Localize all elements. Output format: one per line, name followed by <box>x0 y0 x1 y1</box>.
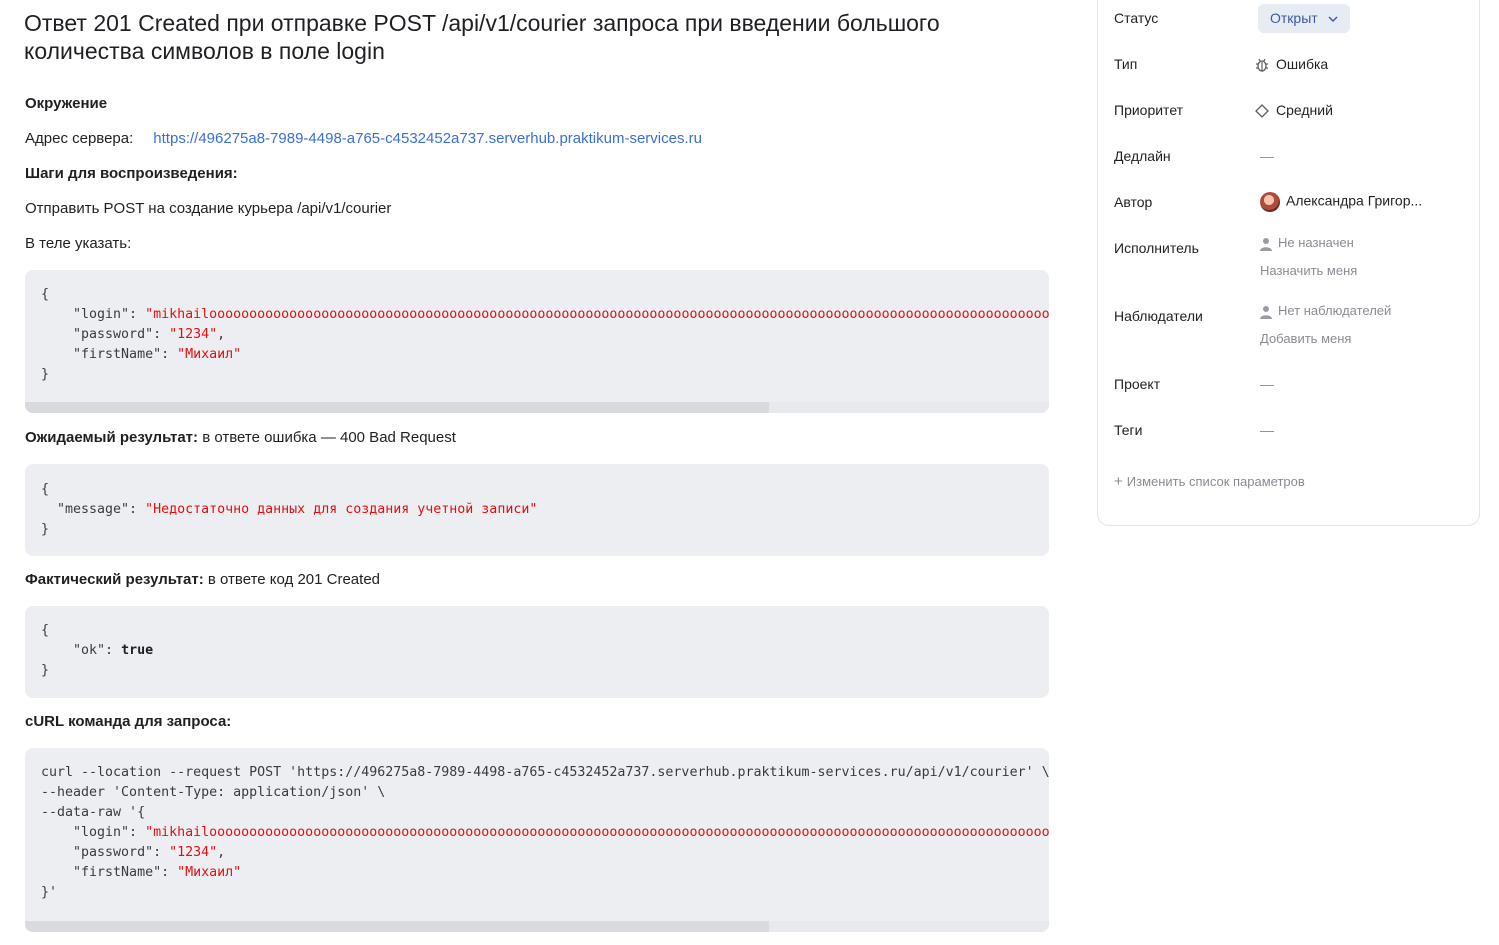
step-2: В теле указать: <box>25 235 132 252</box>
server-label: Адрес сервера: <box>25 130 134 147</box>
code-line: --data-raw '{ <box>41 805 146 820</box>
avatar <box>1260 192 1280 212</box>
watchers-text: Нет наблюдателей <box>1278 303 1392 318</box>
code-string: "Михаил" <box>177 347 242 362</box>
code-string: "mikhailoooooooooooooooooooooooooooooooo… <box>145 307 1049 322</box>
code-key: "firstName": <box>41 347 178 362</box>
horizontal-scrollbar[interactable] <box>25 402 769 413</box>
author-label: Автор <box>1114 194 1153 210</box>
code-string: "Недостаточно данных для создания учетно… <box>145 502 538 517</box>
code-line: { <box>41 623 50 638</box>
curl-heading: cURL команда для запроса: <box>25 713 232 730</box>
code-string: "1234" <box>169 327 218 342</box>
author-name: Александра Григор... <box>1286 192 1423 209</box>
assign-me-link[interactable]: Назначить меня <box>1260 263 1357 278</box>
watchers-value[interactable]: Нет наблюдателей <box>1260 303 1391 319</box>
status-label: Статус <box>1114 10 1159 26</box>
code-line: } <box>41 522 50 537</box>
deadline-value[interactable]: — <box>1260 148 1274 164</box>
step-1: Отправить POST на создание курьера /api/… <box>25 200 392 217</box>
type-text: Ошибка <box>1276 56 1329 72</box>
horizontal-scrollbar[interactable] <box>25 921 769 932</box>
code-keyword: true <box>121 643 154 658</box>
type-label: Тип <box>1114 56 1138 72</box>
expected-result: Ожидаемый результат: в ответе ошибка — 4… <box>25 429 456 446</box>
code-string: "Михаил" <box>177 865 242 880</box>
edit-params-label: Изменить список параметров <box>1126 474 1305 489</box>
project-label: Проект <box>1114 376 1161 392</box>
curl-code[interactable]: curl --location --request POST 'https://… <box>25 748 1049 932</box>
assignee-text: Не назначен <box>1278 235 1354 250</box>
code-line: { <box>41 482 50 497</box>
diamond-icon <box>1255 104 1269 119</box>
code-string: "mikhailoooooooooooooooooooooooooooooooo… <box>145 825 1049 840</box>
assignee-value[interactable]: Не назначен <box>1260 235 1354 251</box>
plus-icon: + <box>1114 473 1123 490</box>
status-dropdown[interactable]: Открыт <box>1258 4 1350 33</box>
code-key: "firstName": <box>41 865 178 880</box>
code-line: } <box>41 663 50 678</box>
code-key: "login": <box>41 825 146 840</box>
code-key: "login": <box>41 307 146 322</box>
author-value[interactable]: Александра Григор... <box>1260 192 1422 212</box>
code-key: "ok": <box>41 643 122 658</box>
status-value: Открыт <box>1270 10 1318 26</box>
project-value[interactable]: — <box>1260 376 1274 392</box>
user-icon <box>1260 305 1272 319</box>
server-row: Адрес сервера: https://496275a8-7989-4498… <box>25 130 702 147</box>
priority-label: Приоритет <box>1114 102 1184 118</box>
user-icon <box>1260 237 1272 251</box>
priority-text: Средний <box>1276 102 1333 118</box>
code-line: } <box>41 367 50 382</box>
watchers-label: Наблюдатели <box>1114 308 1203 324</box>
env-heading: Окружение <box>25 95 108 112</box>
code-line: curl --location --request POST 'https://… <box>41 765 1049 780</box>
edit-params-button[interactable]: + Изменить список параметров <box>1114 473 1305 490</box>
priority-value[interactable]: Средний <box>1254 102 1333 119</box>
code-string: "1234" <box>169 845 218 860</box>
code-line: { <box>41 287 50 302</box>
type-value[interactable]: Ошибка <box>1254 56 1328 73</box>
tags-label: Теги <box>1114 422 1143 438</box>
code-line: }' <box>41 885 58 900</box>
issue-title: Ответ 201 Created при отправке POST /api… <box>24 10 940 64</box>
deadline-label: Дедлайн <box>1114 148 1171 164</box>
chevron-down-icon <box>1328 16 1338 23</box>
code-line: --header 'Content-Type: application/json… <box>41 785 386 800</box>
actual-result: Фактический результат: в ответе код 201 … <box>25 571 380 588</box>
assignee-label: Исполнитель <box>1114 240 1199 256</box>
actual-code[interactable]: { "ok": true } <box>25 606 1049 698</box>
expected-code[interactable]: { "message": "Недостаточно данных для со… <box>25 464 1049 556</box>
tags-value[interactable]: — <box>1260 422 1274 438</box>
bug-icon <box>1256 59 1268 72</box>
server-url-link[interactable]: https://496275a8-7989-4498-a765-c4532452… <box>153 130 702 147</box>
steps-heading: Шаги для воспроизведения: <box>25 165 238 182</box>
add-me-link[interactable]: Добавить меня <box>1260 331 1351 346</box>
code-key: "message": <box>41 502 146 517</box>
request-body-code[interactable]: { "login": "mikhailooooooooooooooooooooo… <box>25 270 1049 413</box>
code-key: "password": <box>41 845 170 860</box>
code-key: "password": <box>41 327 170 342</box>
